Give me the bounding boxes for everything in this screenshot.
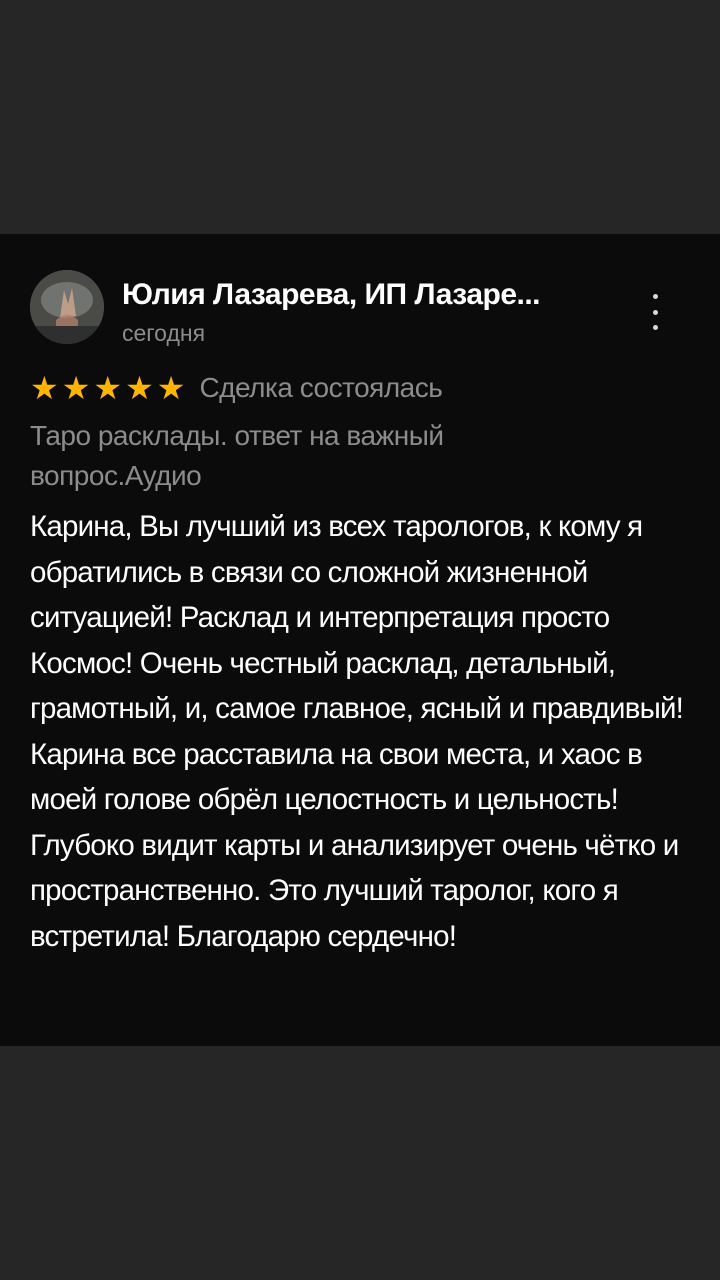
- review-text: Карина, Вы лучший из всех тарологов, к к…: [30, 510, 684, 953]
- deal-status: Сделка состоялась: [199, 372, 443, 403]
- star-icon: ★: [125, 370, 154, 406]
- star-icon: ★: [156, 370, 186, 406]
- star-icon: ★: [93, 370, 123, 406]
- menu-dot: [652, 309, 658, 315]
- star-icon: ★: [30, 370, 59, 406]
- menu-dot: [652, 294, 658, 299]
- review-date: сегодня: [122, 320, 206, 346]
- star-icon: ★: [61, 370, 91, 406]
- menu-dot: [652, 325, 658, 330]
- author-name[interactable]: Юлия Лазарева, ИП Лазаре...: [122, 278, 602, 312]
- avatar-image: [30, 270, 104, 344]
- product-title[interactable]: Таро расклады. ответ на важный вопрос.Ау…: [30, 416, 550, 496]
- more-vertical-icon[interactable]: [640, 294, 670, 330]
- screen: Юлия Лазарева, ИП Лазаре... сегодня ★ ★ ★ ★…: [0, 0, 720, 1280]
- review-card: Юлия Лазарева, ИП Лазаре... сегодня ★ ★ ★ ★…: [0, 234, 720, 1046]
- star-rating: ★ ★ ★ ★ ★: [30, 370, 185, 406]
- rating-row: ★ ★ ★ ★ ★ Сделка состоялась: [30, 368, 443, 408]
- avatar[interactable]: [30, 270, 104, 344]
